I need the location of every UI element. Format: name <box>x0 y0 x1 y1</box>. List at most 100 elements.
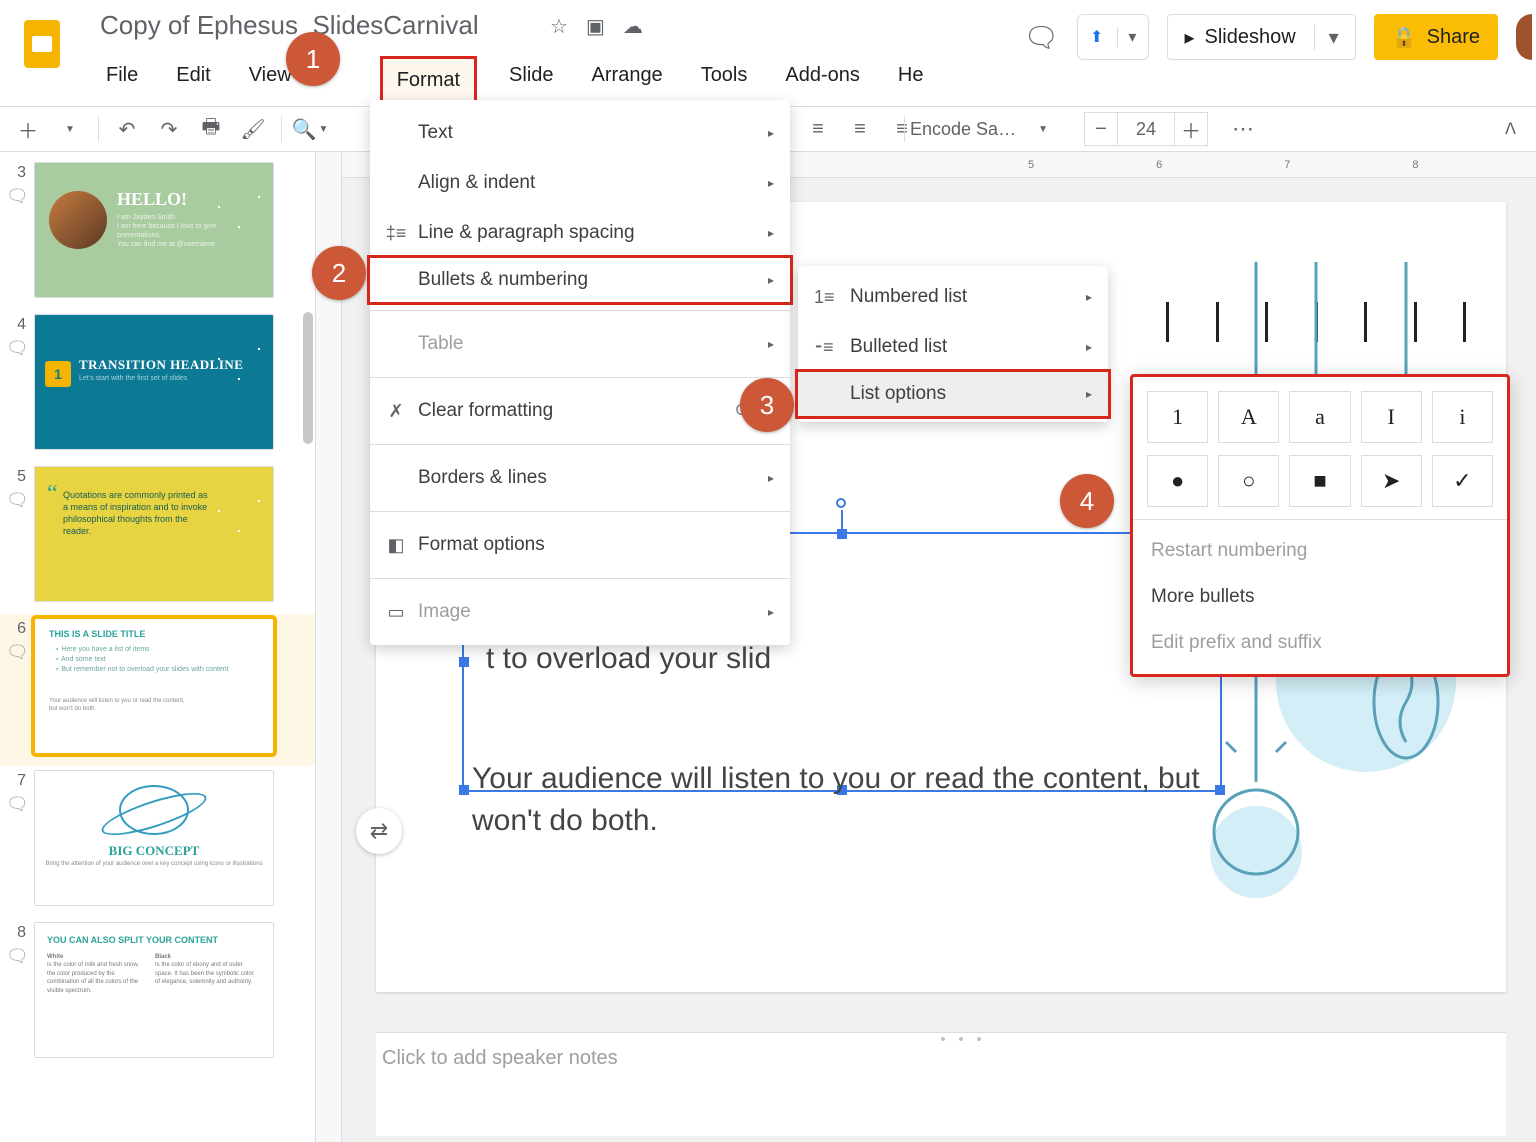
slide-number: 3 <box>6 162 26 182</box>
present-up-icon: ⬆ <box>1090 27 1103 47</box>
paint-format-button[interactable]: 🖌 <box>235 111 271 147</box>
thumb-canvas: YOU CAN ALSO SPLIT YOUR CONTENT WhiteIs … <box>34 922 274 1058</box>
rotate-handle[interactable] <box>836 498 846 508</box>
align-left-button[interactable]: ≡ <box>800 111 836 147</box>
chevron-down-icon: ▼ <box>1038 124 1048 135</box>
thumb-8[interactable]: 🗨 8 YOU CAN ALSO SPLIT YOUR CONTENT Whit… <box>0 918 315 1070</box>
account-avatar[interactable] <box>1516 14 1532 60</box>
format-align[interactable]: Align & indent▸ <box>370 158 790 208</box>
font-size-value[interactable]: 24 <box>1118 112 1174 146</box>
thumb-5[interactable]: 🗨 5 “ Quotations are commonly printed as… <box>0 462 315 614</box>
bullets-submenu: 1≡ Numbered list▸ ⁃≡ Bulleted list▸ List… <box>798 266 1108 422</box>
thumb-4[interactable]: 🗨 4 1 TRANSITION HEADLINE Let's start wi… <box>0 310 315 462</box>
list-options-panel: 1 A a I i ● ○ ■ ➤ ✓ Restart numbering Mo… <box>1130 374 1510 677</box>
font-size-decrease[interactable]: − <box>1084 112 1118 146</box>
new-slide-button[interactable]: ＋ <box>10 111 46 147</box>
slides-logo[interactable] <box>18 14 66 74</box>
list-style-1[interactable]: 1 <box>1147 391 1208 443</box>
thumb-canvas: HELLO! I am Jayden Smith I am here becau… <box>34 162 274 298</box>
thumb-3[interactable]: 🗨 3 HELLO! I am Jayden Smith I am here b… <box>0 158 315 310</box>
comments-icon[interactable]: 🗨 <box>1023 14 1059 60</box>
menu-file[interactable]: File <box>100 56 144 105</box>
menu-help[interactable]: He <box>892 56 930 105</box>
comment-indicator-icon: 🗨 <box>6 490 29 511</box>
list-style-A[interactable]: A <box>1218 391 1279 443</box>
bullet-disc[interactable]: ● <box>1147 455 1208 507</box>
slide-number: 6 <box>6 618 26 638</box>
edit-prefix-suffix: Edit prefix and suffix <box>1147 620 1493 666</box>
more-bullets[interactable]: More bullets <box>1147 574 1493 620</box>
bullet-square[interactable]: ■ <box>1289 455 1350 507</box>
toolbar-overflow[interactable]: ⋯ <box>1232 116 1256 142</box>
clear-format-icon: ✗ <box>384 401 408 422</box>
bulleted-list-icon: ⁃≡ <box>814 337 834 358</box>
restart-numbering: Restart numbering <box>1147 528 1493 574</box>
menu-arrange[interactable]: Arrange <box>586 56 669 105</box>
resize-handle[interactable] <box>459 657 469 667</box>
list-style-i[interactable]: i <box>1432 391 1493 443</box>
zoom-button[interactable]: 🔍▼ <box>292 111 328 147</box>
annotation-step-4: 4 <box>1060 474 1114 528</box>
slideshow-button[interactable]: ▸ Slideshow ▾ <box>1167 14 1355 60</box>
redo-button[interactable]: ↷ <box>151 111 187 147</box>
list-style-I[interactable]: I <box>1361 391 1422 443</box>
image-icon: ▭ <box>384 602 408 623</box>
resize-handle[interactable] <box>837 529 847 539</box>
star-icon[interactable]: ☆ <box>550 14 568 39</box>
comment-indicator-icon: 🗨 <box>6 946 29 967</box>
slide-body-text[interactable]: Your audience will listen to you or read… <box>472 758 1212 842</box>
slide-number: 5 <box>6 466 26 486</box>
number-style-grid: 1 A a I i <box>1147 391 1493 443</box>
collapse-toolbar-icon[interactable]: ᐱ <box>1505 119 1516 139</box>
font-size-increase[interactable]: ＋ <box>1174 112 1208 146</box>
format-borders[interactable]: Borders & lines▸ <box>370 453 790 503</box>
format-line-spacing[interactable]: ‡≡ Line & paragraph spacing▸ <box>370 208 790 258</box>
menu-addons[interactable]: Add-ons <box>779 56 866 105</box>
menu-slide[interactable]: Slide <box>503 56 559 105</box>
share-button[interactable]: 🔒 Share <box>1374 14 1498 60</box>
menu-tools[interactable]: Tools <box>695 56 754 105</box>
thumb-7[interactable]: 🗨 7 BIG CONCEPT Bring the attention of y… <box>0 766 315 918</box>
list-style-a[interactable]: a <box>1289 391 1350 443</box>
comment-indicator-icon: 🗨 <box>6 338 29 359</box>
comment-indicator-icon: 🗨 <box>6 186 29 207</box>
format-clear[interactable]: ✗ Clear formatting Ctrl+\ <box>370 386 790 436</box>
slide-number: 8 <box>6 922 26 942</box>
numbered-list[interactable]: 1≡ Numbered list▸ <box>798 272 1108 322</box>
bullet-circle[interactable]: ○ <box>1218 455 1279 507</box>
thumb-canvas: 1 TRANSITION HEADLINE Let's start with t… <box>34 314 274 450</box>
slide-number: 7 <box>6 770 26 790</box>
bulleted-list[interactable]: ⁃≡ Bulleted list▸ <box>798 322 1108 372</box>
font-family-select[interactable]: Encode Sa… ▼ <box>910 119 1048 140</box>
chevron-down-icon[interactable]: ▾ <box>1117 27 1136 47</box>
play-icon: ▸ <box>1184 25 1194 50</box>
undo-button[interactable]: ↶ <box>109 111 145 147</box>
slide-filmstrip: 🗨 3 HELLO! I am Jayden Smith I am here b… <box>0 152 316 1142</box>
menu-edit[interactable]: Edit <box>170 56 216 105</box>
outside-slide-indicator[interactable]: ⇄ <box>356 808 402 854</box>
cloud-status-icon: ☁ <box>623 14 643 39</box>
bullet-arrow[interactable]: ➤ <box>1361 455 1422 507</box>
bullet-check[interactable]: ✓ <box>1432 455 1493 507</box>
speaker-notes[interactable]: Click to add speaker notes <box>376 1032 1506 1136</box>
resize-handle[interactable] <box>459 785 469 795</box>
format-options[interactable]: ◧ Format options <box>370 520 790 570</box>
notes-resize-grip[interactable] <box>941 1037 981 1041</box>
menu-format[interactable]: Format <box>380 56 477 105</box>
format-bullets-numbering[interactable]: Bullets & numbering▸ <box>367 255 793 305</box>
comment-indicator-icon: 🗨 <box>6 642 29 663</box>
move-icon[interactable]: ▣ <box>586 14 605 39</box>
present-chip[interactable]: ⬆ ▾ <box>1077 14 1149 60</box>
list-options[interactable]: List options▸ <box>795 369 1111 419</box>
annotation-step-2: 2 <box>312 246 366 300</box>
format-text[interactable]: Text▸ <box>370 108 790 158</box>
document-title[interactable]: Copy of Ephesus_SlidesCarnival <box>100 10 479 41</box>
thumb-canvas: THIS IS A SLIDE TITLE ∘ Here you have a … <box>34 618 274 754</box>
print-button[interactable]: 🖶 <box>193 111 229 147</box>
align-center-button[interactable]: ≡ <box>842 111 878 147</box>
vertical-ruler <box>316 152 342 1142</box>
format-table: Table▸ <box>370 319 790 369</box>
new-slide-caret[interactable]: ▼ <box>52 111 88 147</box>
chevron-down-icon[interactable]: ▾ <box>1314 25 1339 50</box>
thumb-6[interactable]: 🗨 6 THIS IS A SLIDE TITLE ∘ Here you hav… <box>0 614 315 766</box>
